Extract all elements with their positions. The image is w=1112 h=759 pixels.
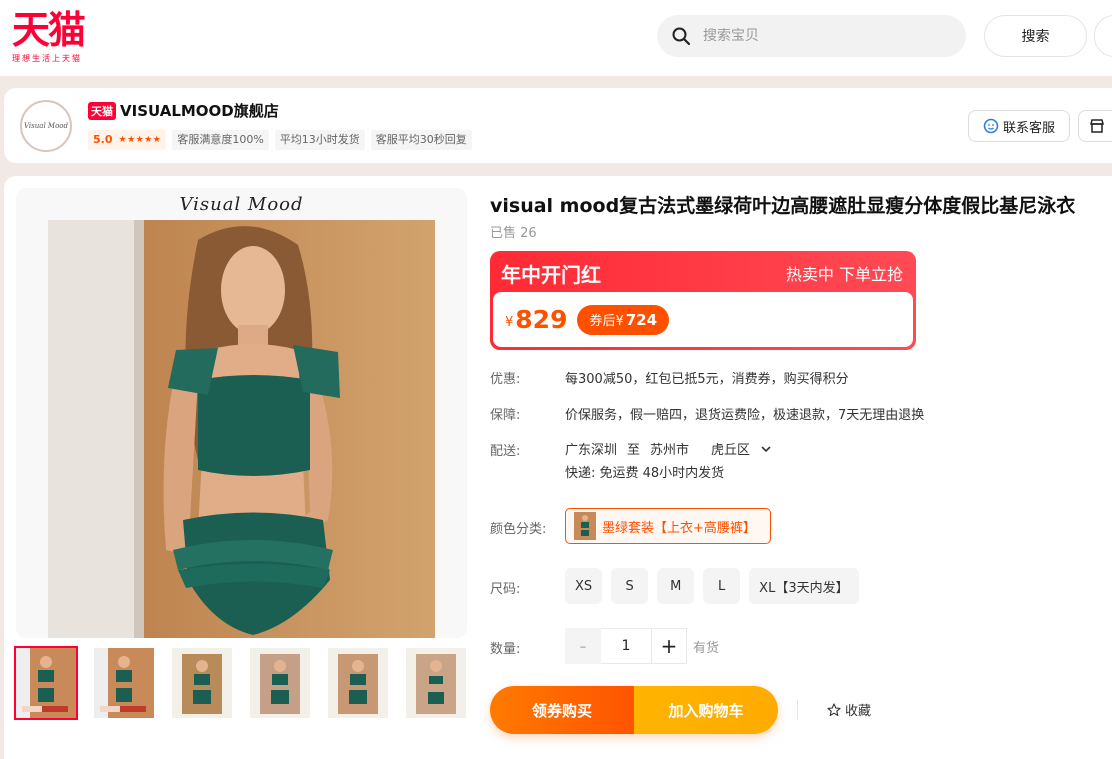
top-header: 天猫 理想生活上天猫 搜索 — [0, 0, 1112, 76]
promo-subtitle: 热卖中 下单立抢 — [785, 265, 903, 284]
quantity-decrease-button[interactable]: - — [565, 628, 601, 664]
buy-with-coupon-button[interactable]: 领券购买 — [490, 686, 634, 734]
guarantee-value[interactable]: 价保服务，假一赔四，退货运费险，极速退款，7天无理由退换 — [565, 404, 924, 423]
enter-shop-button[interactable] — [1078, 110, 1112, 142]
shipping-label: 配送: — [490, 444, 521, 459]
store-icon — [1090, 119, 1104, 133]
divider — [797, 700, 798, 720]
promo-header: 年中开门红 热卖中 下单立抢 — [493, 254, 913, 292]
contact-service-button[interactable]: 联系客服 — [968, 110, 1070, 142]
search-icon — [672, 27, 691, 46]
coupon-prefix: 券后¥ — [589, 314, 624, 329]
shipping-location[interactable]: 广东深圳 至 苏州市 虎丘区 — [565, 439, 772, 458]
favorite-label: 收藏 — [845, 704, 872, 719]
quantity-stepper: - 1 + 有货 — [565, 628, 719, 664]
shop-name-row: 天猫 VISUALMOOD旗舰店 — [88, 100, 279, 121]
shop-tags: 5.0 ★★★★★ 客服满意度100% 平均13小时发货 客服平均30秒回复 — [88, 130, 472, 150]
color-option-selected[interactable]: 墨绿套装【上衣+高腰裤】 — [565, 508, 771, 544]
star-rating-icon: ★★★★★ — [118, 135, 162, 145]
sold-count: 已售 26 — [490, 226, 537, 241]
brand-script-text: Visual Mood — [179, 194, 304, 215]
discount-label: 优惠: — [490, 372, 521, 387]
ship-from: 广东深圳 — [565, 443, 618, 458]
promo-banner: 年中开门红 热卖中 下单立抢 ¥ 829 券后¥ 724 — [490, 251, 916, 350]
thumbnail-price-strip — [22, 706, 68, 712]
logo-text: 天猫 — [12, 8, 86, 52]
header-extra-button[interactable] — [1094, 15, 1112, 57]
favorite-button[interactable]: 收藏 — [827, 700, 871, 719]
quantity-label: 数量: — [490, 642, 521, 657]
search-button[interactable]: 搜索 — [984, 15, 1087, 57]
logo-slogan: 理想生活上天猫 — [12, 54, 82, 63]
price-currency: ¥ — [505, 315, 514, 330]
shop-tag-shipping: 平均13小时发货 — [274, 130, 365, 150]
discount-value[interactable]: 每300减50，红包已抵5元，消费券，购买得积分 — [565, 368, 849, 387]
size-options: XS S M L XL【3天内发】 — [565, 568, 859, 604]
purchase-buttons: 领券购买 加入购物车 — [490, 686, 778, 734]
thumbnail-6[interactable] — [406, 648, 466, 718]
thumbnail-strip — [14, 646, 466, 720]
shop-bar: Visual Mood 天猫 VISUALMOOD旗舰店 5.0 ★★★★★ 客… — [4, 88, 1112, 163]
ship-to-word: 至 — [627, 443, 641, 458]
stock-status: 有货 — [693, 640, 720, 656]
quantity-input[interactable]: 1 — [601, 628, 651, 664]
size-option-xs[interactable]: XS — [565, 568, 603, 604]
thumbnail-3[interactable] — [172, 648, 232, 718]
thumbnail-5[interactable] — [328, 648, 388, 718]
shop-avatar-text: Visual Mood — [24, 122, 68, 130]
shop-avatar[interactable]: Visual Mood — [20, 100, 72, 152]
shop-tag-satisfaction: 客服满意度100% — [172, 130, 269, 150]
thumbnail-price-strip — [100, 706, 146, 712]
thumbnail-image — [250, 648, 310, 718]
shop-tag-reply: 客服平均30秒回复 — [370, 130, 472, 150]
price-value: 829 — [515, 305, 568, 334]
size-option-m[interactable]: M — [657, 568, 695, 604]
coupon-price-badge[interactable]: 券后¥ 724 — [577, 304, 670, 335]
search-box[interactable] — [657, 15, 966, 57]
contact-service-label: 联系客服 — [1002, 120, 1055, 136]
size-option-l[interactable]: L — [703, 568, 741, 604]
ship-city: 苏州市 — [650, 443, 690, 458]
promo-title: 年中开门红 — [501, 262, 601, 287]
ship-district: 虎丘区 — [711, 443, 751, 458]
tmall-logo[interactable]: 天猫 理想生活上天猫 — [12, 8, 86, 64]
thumbnail-image — [328, 648, 388, 718]
color-option-label: 墨绿套装【上衣+高腰裤】 — [602, 520, 756, 536]
customer-service-icon — [983, 118, 999, 134]
product-panel: Visual Mood visual mood复古法式墨绿荷叶边高腰遮肚显瘦分体… — [4, 176, 1112, 759]
tmall-badge: 天猫 — [88, 101, 116, 120]
product-title: visual mood复古法式墨绿荷叶边高腰遮肚显瘦分体度假比基尼泳衣 — [490, 195, 1076, 217]
thumbnail-image — [406, 648, 466, 718]
thumbnail-image — [172, 648, 232, 718]
thumbnail-4[interactable] — [250, 648, 310, 718]
main-product-image[interactable]: Visual Mood — [16, 188, 467, 638]
add-to-cart-button[interactable]: 加入购物车 — [634, 686, 778, 734]
search-input[interactable] — [703, 28, 933, 44]
thumbnail-2[interactable] — [94, 648, 154, 718]
price-box: ¥ 829 券后¥ 724 — [493, 292, 913, 347]
shop-name[interactable]: VISUALMOOD旗舰店 — [120, 100, 279, 121]
size-label: 尺码: — [490, 582, 521, 597]
star-icon — [827, 702, 841, 716]
shipping-detail: 快递: 免运费 48小时内发货 — [565, 466, 725, 481]
color-label: 颜色分类: — [490, 522, 547, 537]
size-option-xl[interactable]: XL【3天内发】 — [749, 568, 859, 604]
shop-rating-tag: 5.0 ★★★★★ — [88, 130, 167, 150]
shop-rating-score: 5.0 — [93, 133, 113, 146]
guarantee-label: 保障: — [490, 408, 521, 423]
coupon-price: 724 — [625, 310, 658, 329]
chevron-down-icon — [761, 445, 771, 452]
thumbnail-1[interactable] — [14, 646, 78, 720]
size-option-s[interactable]: S — [611, 568, 649, 604]
product-photo — [48, 220, 435, 638]
color-swatch-image — [574, 512, 596, 540]
quantity-increase-button[interactable]: + — [651, 628, 687, 664]
